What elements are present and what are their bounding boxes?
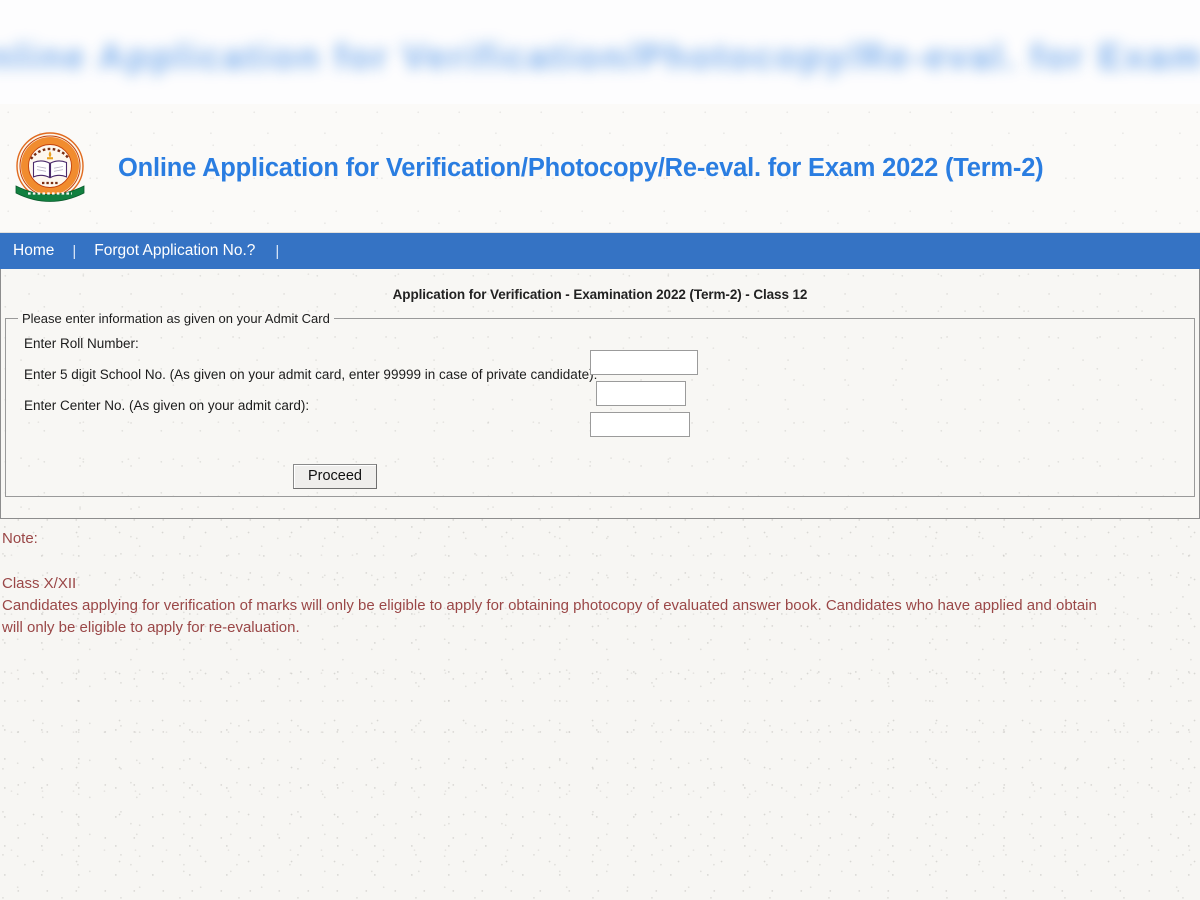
blurred-title-text: Online Application for Verification/Phot… bbox=[0, 36, 1200, 77]
content-panel: Application for Verification - Examinati… bbox=[0, 269, 1200, 519]
nav-item-home[interactable]: Home bbox=[9, 242, 58, 260]
nav-separator: | bbox=[72, 242, 77, 260]
note-subtitle: Class X/XII bbox=[2, 575, 77, 592]
school-number-input[interactable] bbox=[596, 381, 686, 406]
admit-card-fieldset: Please enter information as given on you… bbox=[5, 311, 1195, 497]
note-line-1: Candidates applying for verification of … bbox=[2, 597, 1097, 614]
note-spacer bbox=[2, 550, 1200, 573]
site-header: Online Application for Verification/Phot… bbox=[0, 104, 1200, 233]
logo-container bbox=[4, 130, 96, 206]
application-page: Online Application for Verification/Phot… bbox=[0, 104, 1200, 900]
school-number-label: Enter 5 digit School No. (As given on yo… bbox=[24, 367, 598, 382]
fieldset-legend: Please enter information as given on you… bbox=[22, 311, 330, 326]
form-heading: Application for Verification - Examinati… bbox=[392, 287, 808, 302]
blurred-title-band: Online Application for Verification/Phot… bbox=[0, 0, 1200, 104]
roll-number-label: Enter Roll Number: bbox=[24, 336, 139, 351]
center-number-input[interactable] bbox=[590, 412, 690, 437]
center-number-label: Enter Center No. (As given on your admit… bbox=[24, 398, 310, 413]
note-section: Note: Class X/XII Candidates applying fo… bbox=[0, 528, 1200, 639]
nav-separator-2: | bbox=[275, 242, 280, 260]
proceed-button[interactable]: Proceed bbox=[292, 464, 377, 489]
note-line-2: will only be eligible to apply for re-ev… bbox=[2, 619, 300, 636]
page-title: Online Application for Verification/Phot… bbox=[118, 153, 1044, 182]
main-navigation: Home | Forgot Application No.? | bbox=[0, 233, 1200, 269]
note-title: Note: bbox=[2, 530, 38, 547]
roll-number-input[interactable] bbox=[590, 350, 698, 375]
cbse-emblem-icon bbox=[15, 132, 85, 202]
nav-item-forgot-application-no[interactable]: Forgot Application No.? bbox=[90, 242, 259, 260]
submit-row: Proceed bbox=[6, 464, 1194, 489]
form-rows: Enter Roll Number: Enter 5 digit School … bbox=[6, 326, 1194, 489]
